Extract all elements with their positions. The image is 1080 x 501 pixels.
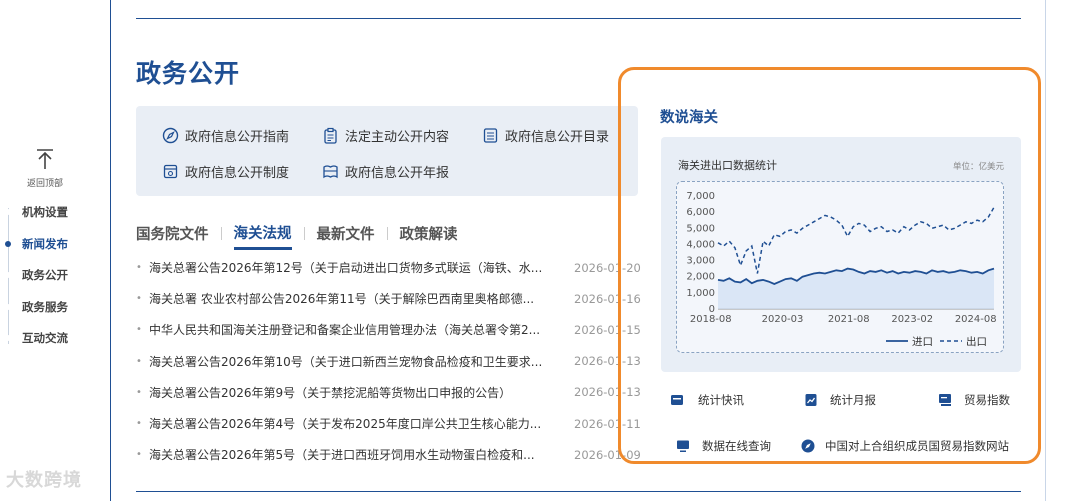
stat-link-label: 中国对上合组织成员国贸易指数网站	[825, 439, 1009, 453]
stat-link-label: 贸易指数	[964, 393, 1010, 407]
quick-link-system[interactable]: 政府信息公开制度	[162, 162, 289, 181]
quick-link-statutory[interactable]: 法定主动公开内容	[322, 126, 449, 145]
quick-link-label: 政府信息公开目录	[505, 130, 610, 145]
quick-link-label: 政府信息公开指南	[185, 130, 290, 145]
panel-title: 数说海关	[660, 110, 718, 126]
monitor-icon	[676, 439, 690, 453]
up-arrow-icon	[22, 148, 68, 174]
quick-link-catalog[interactable]: 政府信息公开目录	[482, 126, 609, 145]
y-tick-label: 5,000	[686, 223, 715, 234]
tab-separator	[386, 226, 388, 240]
news-list: • 海关总署公告2026年第12号（关于启动进出口货物多式联运（海铁、水... 20…	[136, 252, 641, 470]
stat-link-label: 统计快讯	[698, 393, 744, 407]
y-tick-label: 1,000	[686, 288, 715, 299]
chart-unit: 单位：亿美元	[953, 162, 1005, 172]
y-tick-label: 3,000	[686, 256, 715, 267]
news-title[interactable]: 海关总署公告2026年第4号（关于发布2025年度口岸公共卫生核心能力...	[149, 415, 574, 432]
watermark: 大数跨境	[6, 470, 82, 491]
export-series-line	[717, 206, 995, 274]
stat-link-label: 统计月报	[830, 393, 876, 407]
trade-line-chart: 01,0002,0003,0004,0005,0006,0007,0002018…	[686, 191, 997, 348]
legend-export-label: 出口	[966, 335, 987, 348]
back-to-top-button[interactable]: 返回顶部	[22, 148, 68, 189]
bottom-divider	[136, 491, 1021, 492]
quick-link-guide[interactable]: 政府信息公开指南	[162, 126, 289, 145]
clipboard-icon	[322, 127, 339, 144]
document-tabs: 国务院文件 海关法规 最新文件 政策解读	[136, 216, 458, 250]
x-tick-label: 2020-03	[762, 314, 804, 325]
quick-link-label: 法定主动公开内容	[345, 130, 450, 145]
news-title[interactable]: 中华人民共和国海关注册登记和备案企业信用管理办法（海关总署令第2...	[149, 321, 574, 338]
side-nav-item-services[interactable]: 政务服务	[0, 295, 105, 327]
index-icon	[938, 393, 952, 407]
quick-link-annual-report[interactable]: 政府信息公开年报	[322, 162, 449, 181]
tab-separator	[303, 226, 305, 240]
tab-customs-regulations[interactable]: 海关法规	[233, 222, 292, 250]
side-nav-label: 机构设置	[22, 205, 68, 219]
side-nav-item-interaction[interactable]: 互动交流	[0, 326, 105, 358]
quick-links-panel	[136, 106, 638, 196]
quick-link-label: 政府信息公开制度	[185, 166, 290, 181]
tab-policy-interpretation[interactable]: 政策解读	[400, 223, 458, 244]
news-item[interactable]: • 海关总署 农业农村部公告2026年第11号（关于解除巴西南里奥格郎德... 20…	[136, 283, 641, 314]
quick-link-label: 政府信息公开年报	[345, 166, 450, 181]
news-title[interactable]: 海关总署 农业农村部公告2026年第11号（关于解除巴西南里奥格郎德...	[149, 290, 574, 307]
news-title[interactable]: 海关总署公告2026年第5号（关于进口西班牙饲用水生动物蛋白检疫和...	[149, 446, 574, 463]
news-item[interactable]: • 海关总署公告2026年第5号（关于进口西班牙饲用水生动物蛋白检疫和... 202…	[136, 439, 641, 470]
news-item[interactable]: • 海关总署公告2026年第4号（关于发布2025年度口岸公共卫生核心能力... 2…	[136, 408, 641, 439]
side-nav-label: 新闻发布	[22, 236, 68, 251]
y-tick-label: 6,000	[686, 207, 715, 218]
news-title[interactable]: 海关总署公告2026年第12号（关于启动进出口货物多式联运（海铁、水...	[149, 259, 574, 276]
legend-import-label: 进口	[912, 336, 933, 348]
y-tick-label: 4,000	[686, 239, 715, 250]
side-nav-item-organization[interactable]: 机构设置	[0, 200, 105, 232]
compass-icon	[162, 127, 179, 144]
list-document-icon	[482, 127, 499, 144]
back-to-top-label: 返回顶部	[26, 179, 63, 189]
chart-title: 海关进出口数据统计	[678, 159, 777, 172]
stat-link-monthly[interactable]: 统计月报	[804, 392, 876, 408]
stat-link-trade-index[interactable]: 贸易指数	[938, 392, 1010, 408]
side-nav-label: 政务服务	[22, 299, 68, 314]
stat-link-label: 数据在线查询	[702, 439, 771, 453]
stat-link-flash[interactable]: 统计快讯	[670, 392, 744, 408]
document-icon	[670, 393, 684, 407]
import-area	[718, 268, 994, 309]
news-item[interactable]: • 海关总署公告2026年第10号（关于进口新西兰宠物食品检疫和卫生要求... 20…	[136, 346, 641, 377]
news-item[interactable]: • 海关总署公告2026年第12号（关于启动进出口货物多式联运（海铁、水... 20…	[136, 252, 641, 283]
chart-report-icon	[804, 393, 818, 407]
y-tick-label: 2,000	[686, 272, 715, 283]
x-tick-label: 2024-08	[955, 314, 997, 325]
news-item[interactable]: • 海关总署公告2026年第9号（关于禁挖泥船等货物出口申报的公告） 2026-01…	[136, 377, 641, 408]
side-nav-label: 互动交流	[22, 331, 68, 346]
y-tick-label: 7,000	[686, 191, 715, 202]
compass-icon	[801, 439, 815, 453]
side-nav-label: 政务公开	[22, 268, 68, 283]
book-icon	[322, 163, 339, 180]
x-tick-label: 2021-08	[828, 314, 870, 325]
x-tick-label: 2018-08	[690, 314, 732, 325]
stat-link-sco-index[interactable]: 中国对上合组织成员国贸易指数网站	[801, 438, 1009, 454]
page-frame-left	[110, 0, 111, 501]
side-nav-item-news[interactable]: 新闻发布	[0, 232, 105, 264]
tab-state-council[interactable]: 国务院文件	[136, 223, 209, 244]
settings-document-icon	[162, 163, 179, 180]
news-title[interactable]: 海关总署公告2026年第10号（关于进口新西兰宠物食品检疫和卫生要求...	[149, 353, 574, 370]
news-title[interactable]: 海关总署公告2026年第9号（关于禁挖泥船等货物出口申报的公告）	[149, 384, 574, 401]
news-item[interactable]: • 中华人民共和国海关注册登记和备案企业信用管理办法（海关总署令第2... 2026…	[136, 314, 641, 345]
stat-link-online-query[interactable]: 数据在线查询	[676, 438, 771, 454]
tab-separator	[220, 226, 222, 240]
section-title: 政务公开	[136, 59, 241, 88]
tab-latest-files[interactable]: 最新文件	[317, 223, 375, 244]
page-frame-right	[1045, 0, 1046, 501]
side-nav: 机构设置 新闻发布 政务公开 政务服务 互动交流	[0, 200, 105, 358]
side-nav-item-disclosure[interactable]: 政务公开	[0, 263, 105, 295]
top-divider	[136, 18, 1021, 19]
x-tick-label: 2023-02	[891, 314, 933, 325]
